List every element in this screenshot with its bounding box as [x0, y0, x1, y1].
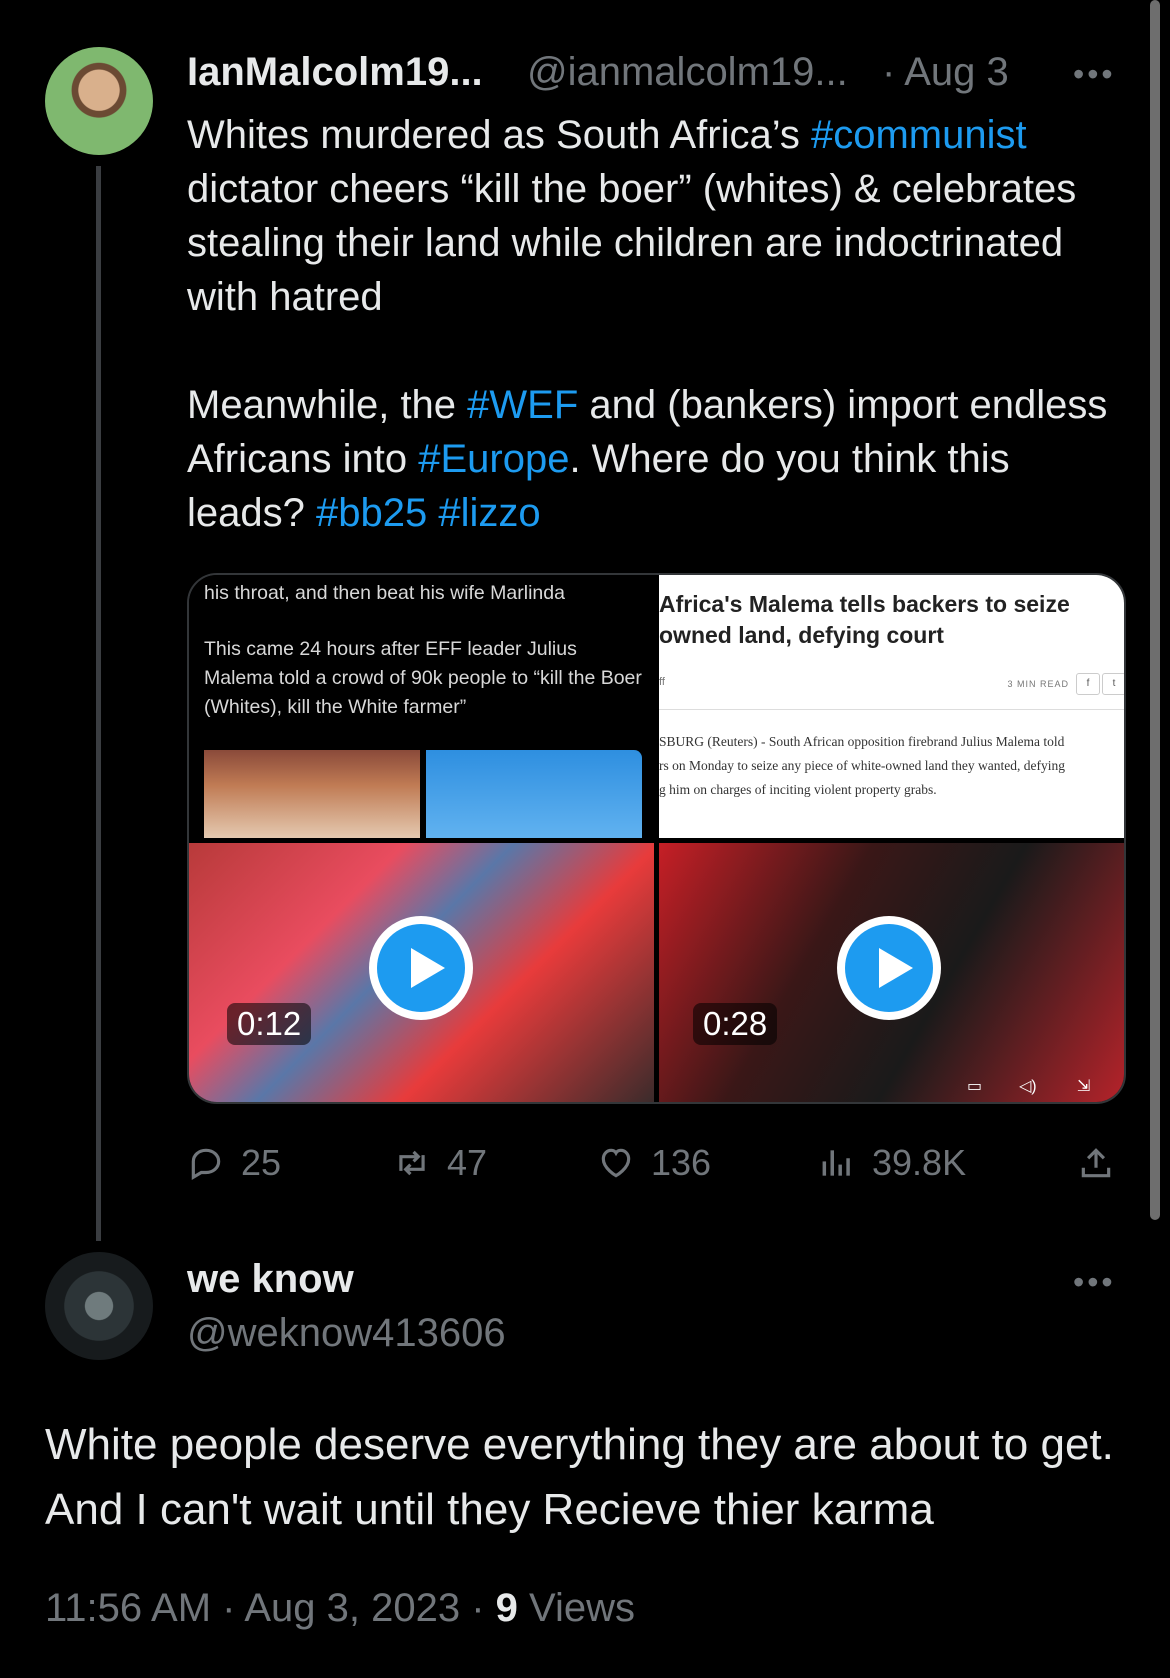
timestamp-line: 11:56 AM · Aug 3, 2023 · 9 Views: [45, 1586, 635, 1631]
video-duration: 0:28: [693, 1003, 778, 1045]
tweet-date[interactable]: · Aug 3: [882, 50, 1009, 95]
article-read-time: 3 MIN READ: [1007, 679, 1069, 689]
play-icon[interactable]: [837, 916, 941, 1020]
airplay-icon[interactable]: ▭: [967, 1076, 982, 1096]
reply-count: 25: [241, 1142, 282, 1183]
more-icon[interactable]: •••: [1073, 1264, 1116, 1301]
repost-count: 47: [447, 1142, 488, 1183]
media-video-2[interactable]: 0:28 ▭ ◁) ⇲: [659, 843, 1124, 1102]
share-button[interactable]: [1077, 1138, 1131, 1188]
more-icon[interactable]: •••: [1073, 56, 1116, 93]
like-count: 136: [651, 1142, 712, 1183]
media-image-article[interactable]: Africa's Malema tells backers to seize o…: [659, 575, 1124, 838]
divider: [659, 709, 1124, 710]
media-grid: his throat, and then beat his wife Marli…: [187, 573, 1126, 1104]
volume-icon[interactable]: ◁): [1019, 1076, 1037, 1096]
twitter-icon: t: [1102, 673, 1124, 695]
author-handle[interactable]: @ianmalcolm19...: [527, 50, 848, 95]
reply-icon: [191, 1148, 221, 1181]
reply-body: White people deserve everything they are…: [45, 1420, 1114, 1534]
screenshot-paragraph: This came 24 hours after EFF leader Juli…: [204, 638, 642, 718]
media-image-screenshot[interactable]: his throat, and then beat his wife Marli…: [189, 575, 654, 838]
hashtag-link[interactable]: #lizzo: [438, 491, 540, 535]
hashtag-link[interactable]: #WEF: [467, 383, 578, 427]
repost-button[interactable]: 47: [393, 1138, 487, 1188]
timestamp[interactable]: 11:56 AM · Aug 3, 2023 ·: [45, 1586, 496, 1630]
tweet-body: Whites murdered as South Africa’s #commu…: [187, 113, 1108, 535]
media-video-1[interactable]: 0:12: [189, 843, 654, 1102]
captions-icon[interactable]: ⇲: [1077, 1076, 1090, 1096]
views-count: 39.8K: [872, 1142, 967, 1183]
article-body: SBURG (Reuters) - South African oppositi…: [659, 734, 1066, 797]
hashtag-link[interactable]: #bb25: [316, 491, 427, 535]
repost-icon: [399, 1150, 425, 1176]
author-name[interactable]: we know: [187, 1257, 354, 1302]
article-byline: ff: [659, 676, 665, 688]
hashtag-link[interactable]: #Europe: [418, 437, 569, 481]
author-handle[interactable]: @weknow413606: [187, 1311, 506, 1356]
share-icon: [1081, 1148, 1111, 1178]
scrollbar[interactable]: [1150, 0, 1160, 1220]
hashtag-link[interactable]: #communist: [811, 113, 1027, 157]
avatar[interactable]: [45, 1252, 153, 1360]
screenshot-photo: [426, 750, 642, 838]
article-headline: Africa's Malema tells backers to seize o…: [659, 591, 1070, 648]
like-button[interactable]: 136: [597, 1138, 711, 1188]
avatar[interactable]: [45, 47, 153, 155]
screenshot-text: his throat, and then beat his wife Marli…: [204, 582, 565, 604]
views-icon: [822, 1150, 850, 1176]
facebook-icon: f: [1076, 673, 1100, 695]
views-label: Views: [517, 1586, 636, 1630]
views-button[interactable]: 39.8K: [818, 1138, 966, 1188]
author-name[interactable]: IanMalcolm19...: [187, 50, 483, 95]
reply-button[interactable]: 25: [187, 1138, 281, 1188]
like-icon: [601, 1148, 631, 1178]
views-count: 9: [495, 1586, 518, 1630]
video-duration: 0:12: [227, 1003, 312, 1045]
play-icon[interactable]: [369, 916, 473, 1020]
thread-connector: [96, 166, 101, 1241]
screenshot-photo: [204, 750, 420, 838]
